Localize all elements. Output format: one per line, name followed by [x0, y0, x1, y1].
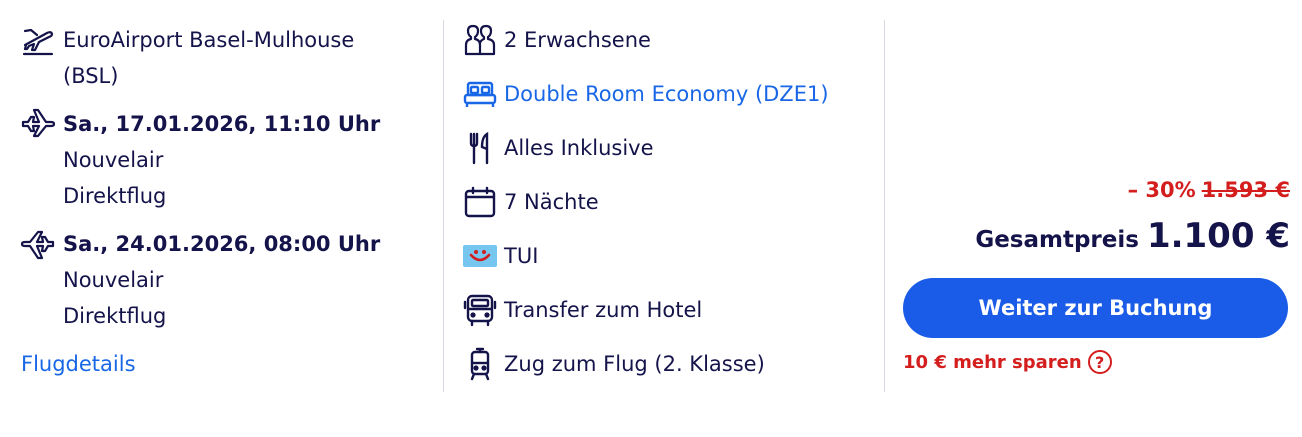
- airport-departure-icon: [20, 22, 56, 58]
- travellers-text: 2 Erwachsene: [504, 28, 651, 52]
- column-divider: [443, 20, 444, 392]
- train-icon: [462, 346, 498, 382]
- board-text: Alles Inklusive: [504, 136, 654, 160]
- pricing-column: – 30% 1.593 € Gesamtpreis 1.100 € Weiter z…: [900, 0, 1290, 437]
- room-row[interactable]: Double Room Economy (DZE1): [462, 74, 829, 114]
- return-airline: Nouvelair: [63, 268, 164, 292]
- outbound-datetime: Sa., 17.01.2026, 11:10 Uhr: [63, 112, 381, 136]
- outbound-flight-type: Direktflug: [63, 184, 167, 208]
- plane-outbound-icon: [20, 106, 56, 142]
- return-flight-type: Direktflug: [63, 304, 167, 328]
- outbound-airline: Nouvelair: [63, 148, 164, 172]
- total-price-amount: 1.100 €: [1146, 216, 1290, 256]
- calendar-icon: [462, 184, 498, 220]
- return-datetime: Sa., 24.01.2026, 08:00 Uhr: [63, 232, 381, 256]
- train-row: Zug zum Flug (2. Klasse): [462, 344, 765, 384]
- column-divider: [884, 20, 885, 392]
- transfer-text: Transfer zum Hotel: [504, 298, 703, 322]
- travellers-row: 2 Erwachsene: [462, 20, 651, 60]
- room-link[interactable]: Double Room Economy (DZE1): [504, 76, 829, 112]
- train-text: Zug zum Flug (2. Klasse): [504, 352, 765, 376]
- tui-logo-icon: [462, 238, 498, 274]
- people-icon: [462, 22, 498, 58]
- return-flight-row: Sa., 24.01.2026, 08:00 Uhr: [20, 226, 380, 262]
- discount-percent: – 30%: [1127, 178, 1196, 202]
- help-icon[interactable]: ?: [1087, 350, 1112, 374]
- old-price: 1.593 €: [1201, 178, 1290, 202]
- flight-details-link[interactable]: Flugdetails: [21, 346, 136, 382]
- operator-row: TUI: [462, 236, 538, 276]
- departure-airport-name: EuroAirport Basel-Mulhouse: [63, 28, 355, 52]
- departure-airport-code: (BSL): [63, 64, 119, 88]
- bus-icon: [462, 292, 498, 328]
- departure-airport-row: EuroAirport Basel-Mulhouse: [20, 22, 354, 58]
- total-price-line: Gesamtpreis 1.100 €: [975, 216, 1290, 256]
- save-more-text: 10 € mehr sparen: [903, 351, 1082, 373]
- nights-text: 7 Nächte: [504, 190, 599, 214]
- outbound-flight-row: Sa., 17.01.2026, 11:10 Uhr: [20, 106, 380, 142]
- total-price-label: Gesamtpreis: [975, 227, 1139, 253]
- nights-row: 7 Nächte: [462, 182, 599, 222]
- discount-line: – 30% 1.593 €: [1128, 178, 1290, 202]
- save-more-link[interactable]: 10 € mehr sparen ?: [903, 350, 1112, 374]
- offer-card: EuroAirport Basel-Mulhouse (BSL) Sa., 17…: [0, 0, 1302, 437]
- plane-return-icon: [20, 226, 56, 262]
- cutlery-icon: [462, 130, 498, 166]
- transfer-row: Transfer zum Hotel: [462, 290, 702, 330]
- bed-icon: [462, 76, 498, 112]
- board-row: Alles Inklusive: [462, 128, 654, 168]
- operator-text: TUI: [504, 244, 539, 268]
- continue-booking-button[interactable]: Weiter zur Buchung: [903, 278, 1288, 338]
